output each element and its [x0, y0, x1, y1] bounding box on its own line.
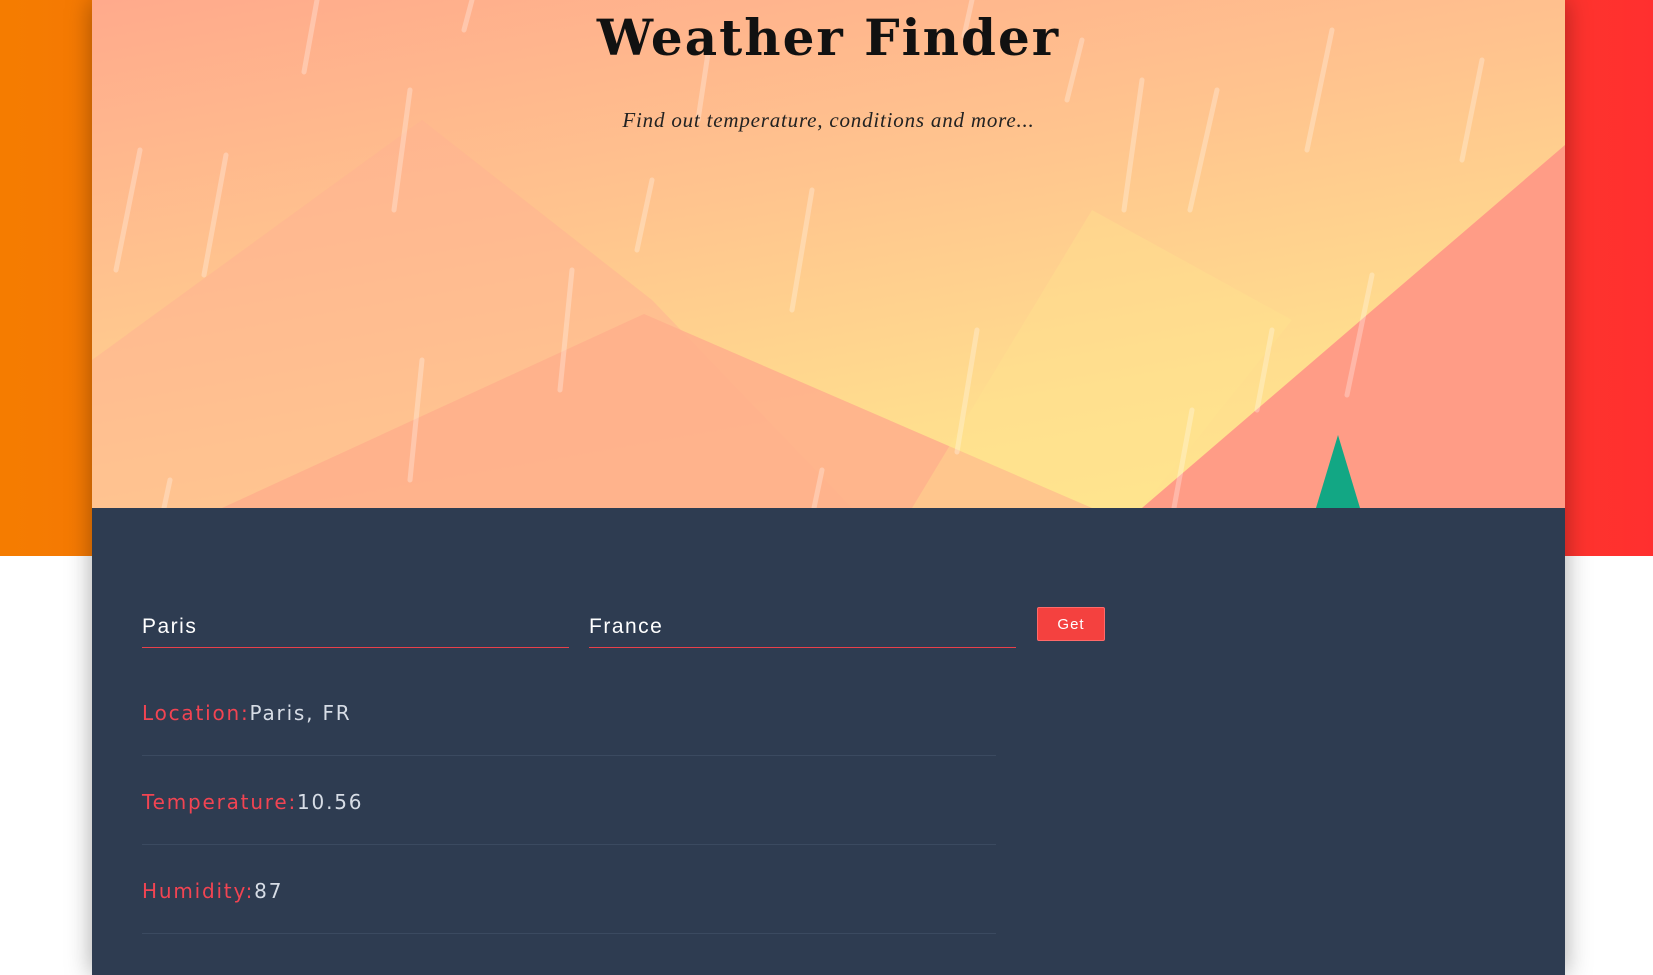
location-label: Location:	[142, 701, 250, 725]
temperature-row: Temperature:10.56	[142, 756, 996, 845]
humidity-row: Humidity:87	[142, 845, 996, 934]
location-value: Paris, FR	[249, 701, 352, 725]
weather-panel: Get Location:Paris, FR Temperature:10.56…	[92, 508, 1565, 975]
country-input[interactable]	[589, 606, 1016, 648]
humidity-value: 87	[254, 879, 284, 903]
page-subtitle: Find out temperature, conditions and mor…	[622, 108, 1035, 132]
app-card: Weather Finder Find out temperature, con…	[92, 0, 1565, 975]
hero-banner: Weather Finder Find out temperature, con…	[92, 0, 1565, 508]
get-weather-button[interactable]: Get	[1037, 607, 1105, 641]
humidity-label: Humidity:	[142, 879, 255, 903]
temperature-label: Temperature:	[142, 790, 298, 814]
page-title: Weather Finder	[596, 8, 1061, 67]
location-row: Location:Paris, FR	[142, 667, 996, 756]
temperature-value: 10.56	[297, 790, 364, 814]
city-input[interactable]	[142, 606, 569, 648]
rain-landscape-illustration	[92, 0, 1565, 508]
